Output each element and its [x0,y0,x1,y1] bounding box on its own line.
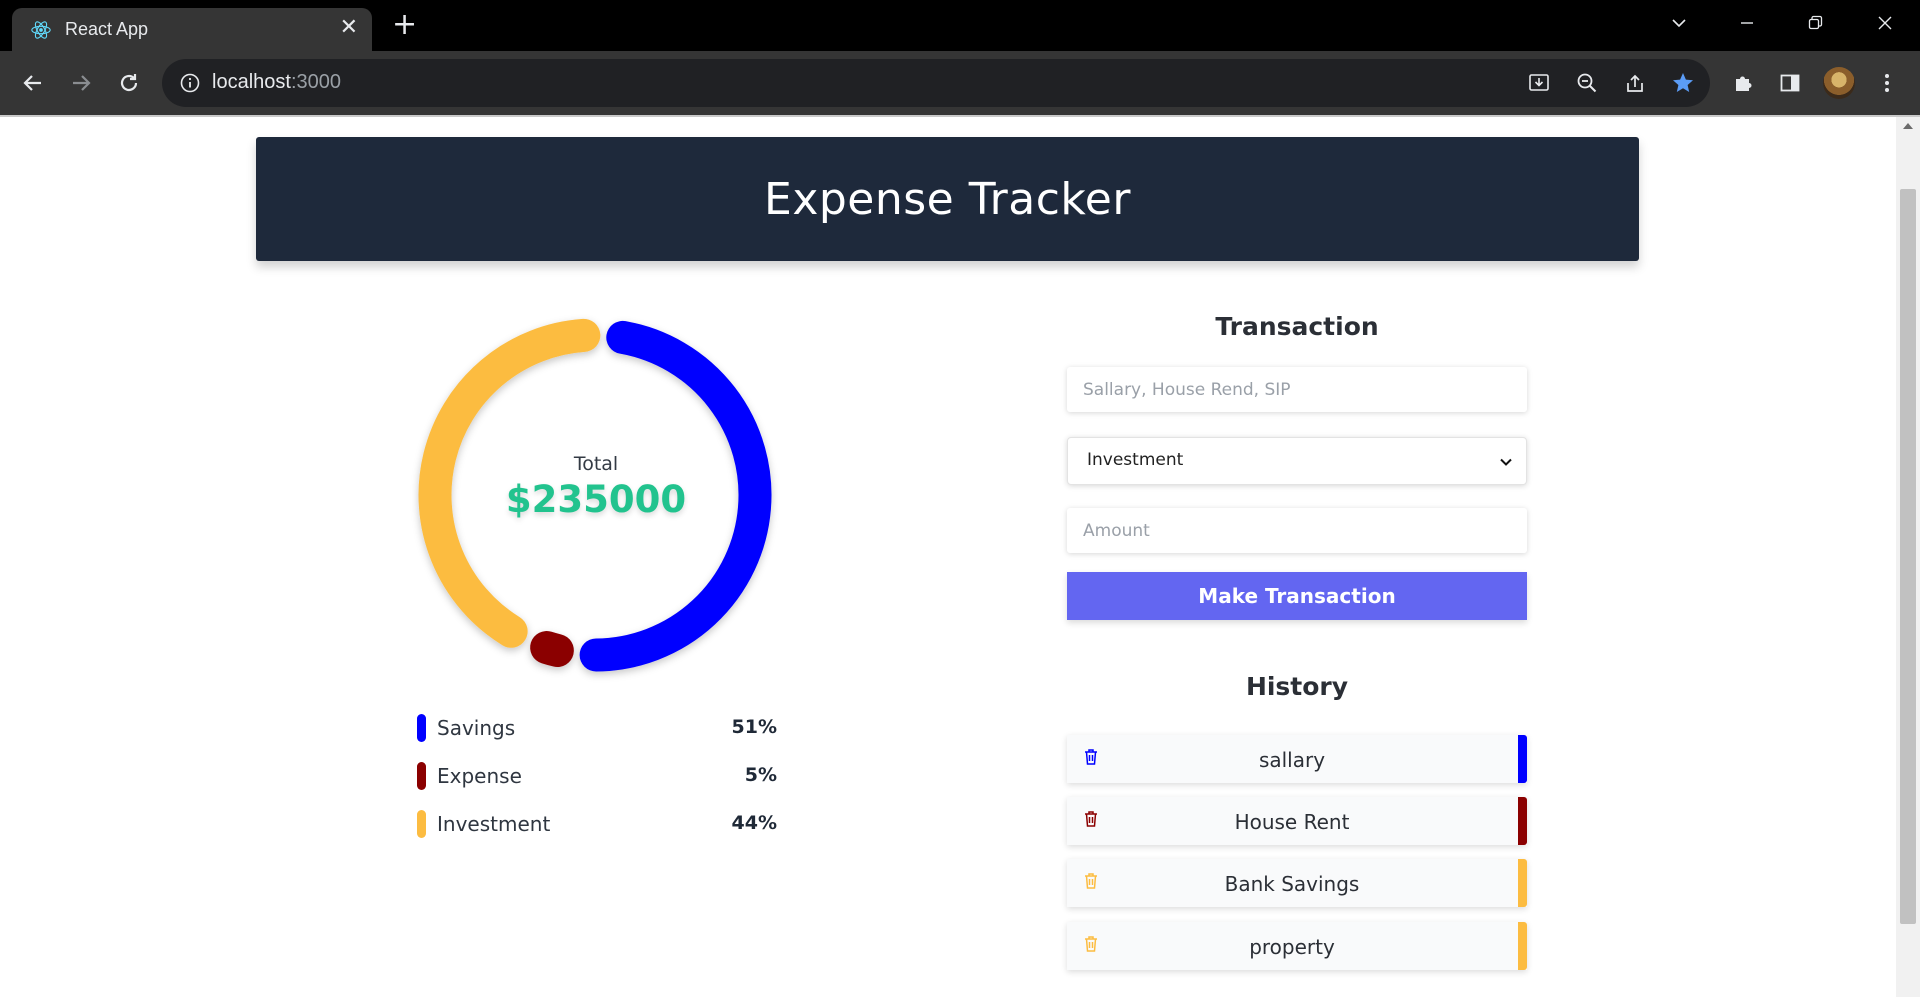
history-item-color-stripe [1518,922,1527,970]
tab-title: React App [65,19,149,39]
legend-percent: 44% [731,812,777,834]
close-window-icon[interactable] [1862,6,1908,40]
history-item-name: House Rent [1234,810,1350,834]
tab-search-icon[interactable] [1656,6,1702,40]
app-header: Expense Tracker [256,137,1639,261]
site-info-icon[interactable] [179,72,201,94]
legend-label: Expense [437,764,522,788]
zoom-out-icon[interactable] [1575,71,1599,95]
history-item: property [1067,922,1527,970]
legend-label: Savings [437,716,516,740]
make-transaction-button[interactable]: Make Transaction [1067,572,1527,620]
legend-percent: 5% [744,764,777,786]
url-text[interactable]: localhost:3000 [212,71,341,94]
browser-menu-icon[interactable] [1875,71,1899,95]
address-bar[interactable]: localhost:3000 [162,59,1710,107]
install-app-icon[interactable] [1527,71,1551,95]
profile-avatar[interactable] [1823,67,1855,99]
scrollbar-thumb[interactable] [1900,189,1916,924]
legend-item-expense: Expense 5% [417,762,777,792]
history-item-color-stripe [1518,859,1527,907]
transaction-name-input[interactable] [1067,367,1527,412]
legend-swatch [417,714,426,742]
total-label: Total [573,453,619,475]
history-title: History [1245,672,1349,701]
history-item-name: property [1249,935,1335,959]
history-item: Bank Savings [1067,859,1527,907]
select-value: Investment [1087,450,1184,470]
forward-arrow-icon[interactable] [65,67,97,99]
extensions-puzzle-icon[interactable] [1731,71,1755,95]
minimize-icon[interactable] [1724,6,1770,40]
browser-titlebar: React App ✕ + [0,0,1920,51]
react-logo-icon [31,21,51,39]
legend-swatch [417,762,426,790]
history-item: House Rent [1067,797,1527,845]
share-icon[interactable] [1623,71,1647,95]
bookmark-star-icon[interactable] [1671,71,1695,95]
legend-swatch [417,810,426,838]
browser-toolbar: localhost:3000 [0,51,1920,115]
tab-close-icon[interactable]: ✕ [340,17,358,39]
page-viewport: Expense Tracker Total $235000 Savings 51… [0,117,1896,997]
browser-tab[interactable]: React App ✕ [12,8,372,51]
history-item-color-stripe [1518,797,1527,845]
donut-segment-expense [530,631,574,668]
side-panel-icon[interactable] [1778,71,1802,95]
reload-icon[interactable] [113,67,145,99]
back-arrow-icon[interactable] [17,67,49,99]
legend-percent: 51% [731,716,777,738]
scroll-up-arrow-icon[interactable] [1903,123,1913,129]
transaction-title: Transaction [1215,312,1379,341]
history-item-color-stripe [1518,735,1527,783]
app-title: Expense Tracker [764,173,1131,225]
restore-icon[interactable] [1792,6,1838,40]
legend-label: Investment [437,812,551,836]
page-scrollbar[interactable] [1896,117,1920,997]
total-value: $235000 [505,478,687,521]
legend-item-investment: Investment 44% [417,810,777,840]
transaction-type-select[interactable]: Investment [1067,437,1527,485]
history-item-name: Bank Savings [1224,872,1360,896]
legend-item-savings: Savings 51% [417,714,777,744]
history-item: sallary [1067,735,1527,783]
history-item-name: sallary [1258,748,1326,772]
new-tab-button[interactable]: + [392,10,417,40]
chevron-down-icon [1500,458,1512,466]
amount-input[interactable] [1067,508,1527,553]
